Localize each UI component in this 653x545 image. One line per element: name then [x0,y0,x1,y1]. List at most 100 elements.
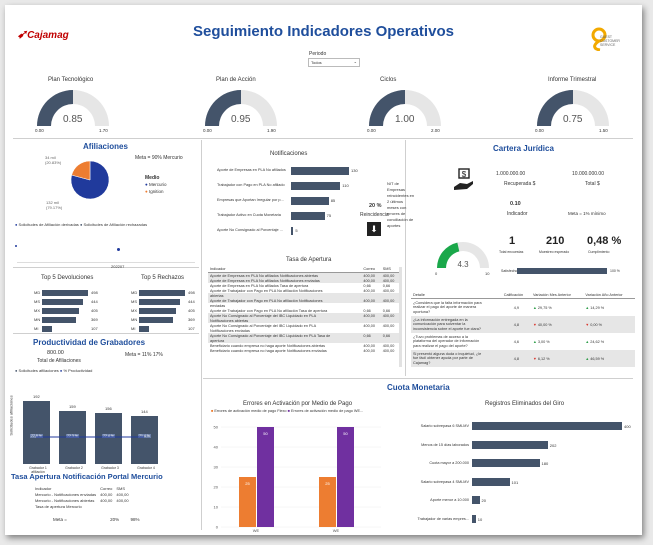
afiliaciones-pie [70,160,110,200]
registro-label: Cuota mayor a 200.000 [429,461,469,465]
stat-cumplimiento-label: Cumplimiento [588,250,610,254]
afiliaciones-meta: Meta = 90% Mercurio [135,155,183,161]
y-tick-label: 40 [214,445,219,450]
registro-value: 400 [624,424,631,429]
cartera-meta: Meta = 1% mínimo [568,211,606,216]
registro-bar [472,514,476,523]
gauge-fill [437,242,460,268]
bar [139,326,149,332]
satisfecho-value: 100 % [610,269,620,273]
pie-label-small: 34 mil (20.83%) [45,155,62,165]
registro-label: Aporte menor a 10.000 [430,498,469,502]
bar-label: MX [131,308,137,313]
table-row: Beneficiario cuando empresa no haga apor… [208,343,400,348]
up-arrow-icon: ▲ [532,339,537,344]
svg-text:$: $ [462,170,467,179]
gauge-max: 10 [485,271,490,276]
gauge-min: 0.00 [35,128,44,133]
satisfecho-bar [517,268,607,274]
table-scrollbar[interactable] [399,267,402,367]
gauge-max: 2.00 [431,128,440,133]
registro-label: Menos de 15 días laborados [421,442,469,447]
period-filter-dropdown[interactable]: Todos ⌄ [308,58,360,67]
reincidencia-label: Reincidencia [360,212,389,218]
bar-value: 498 [91,290,98,295]
gauge-value: 1.00 [395,114,415,125]
registro-label: Salario sobrepasa 6 SMLMV [420,424,469,428]
recuperada-value: 1.000.000.00 [496,171,526,177]
table-cell: 4,8 [501,316,531,333]
bar-value: 444 [188,299,195,304]
up-arrow-icon: ▲ [585,305,590,310]
series-legend: ● Solicitudes de Afiliación derivadas ● … [15,222,148,227]
table-row: Aporte No Consignado al Porcentaje del I… [208,313,400,318]
bar [42,299,83,305]
table-row: Beneficiario cuando empresa no haga apor… [208,348,400,353]
notif-value: 5 [295,228,298,233]
errores-chart: 0 10 20 30 40 50 25 50 WE 25 50 WE [214,425,381,533]
table-cell: Mercurio - Notificaciones enviadas [35,491,97,497]
tasa-mercurio-title: Tasa Apertura Notificación Portal Mercur… [11,472,163,481]
bar-label: MN [34,317,41,322]
gauge-value: 0.75 [563,114,583,125]
notif-label: Trabajador Activo en Cuota Monetaria [217,213,281,217]
brand2-text: GUEST CUSTOMER SERVICE [600,35,620,47]
notif-bar [291,167,349,175]
bar-value: 405 [91,308,98,313]
table-cell: ¿Considera que la falta información para… [413,301,482,314]
stat-muestreo-value: 210 [546,235,565,247]
bar [139,317,174,323]
afiliaciones-point [117,248,120,251]
gauge-max: 1.90 [267,128,276,133]
tasa-mercurio-table: Indicador Correo SMS Mercurio - Notificacio… [33,485,131,509]
bar [42,308,80,314]
total-label: Total $ [585,181,600,187]
registro-label: Salario sobrepasa 4 SMLMV [420,479,469,484]
registro-value: 180 [541,461,549,466]
total-value: 10.000.000.00 [572,171,604,177]
gauge-title: Plan de Acción [216,77,256,83]
notif-bar [291,212,325,220]
notif-value: 110 [342,183,349,188]
bar [42,326,52,332]
tasa-apertura-title: Tasa de Apertura [286,257,332,263]
bar-data-label: 50 [343,431,348,436]
table-row: Aporte No Consignado al Porcentaje del I… [208,323,400,328]
table-cell: ¿Tuvo problemas de acceso a la plataforma… [413,335,480,348]
afiliaciones-title: Afiliaciones [83,142,128,151]
medio-legend-item: ● Mercurio [145,182,167,187]
gauge-value: 0.95 [231,114,251,125]
y-tick-label: 20 [214,485,219,490]
gauge-value: 0.85 [63,114,83,125]
bar-data-label: 50 [263,431,268,436]
x-tick-label: WE [333,528,340,533]
table-cell: Mercurio - Notificaciones abiertas [35,497,95,503]
gauge-title: Informe Trimestral [548,77,597,83]
table-cell: 400,00 [116,491,129,497]
nit-text: NIT de Empresas reincidentes en 2 últimos me… [387,181,414,229]
top5-rec-title: Top 5 Rechazos [141,275,185,281]
chevron-down-icon: ⌄ [353,59,357,64]
gauge-min: 0.00 [535,128,544,133]
table-cell: ▲ 46,59 % [583,350,635,367]
registro-value: 202 [549,442,557,448]
table-row: ¿Considera que la falta información para… [411,299,635,317]
bar-value: 498 [188,290,195,295]
registro-bar [472,459,540,467]
bar-label: MN [131,317,138,322]
bar-value: 444 [91,299,98,304]
bar-label: MS [131,299,137,304]
table-cell: ¿La información entregada en la comunicac… [411,316,502,333]
reincidencia-value: 20 % [369,203,382,209]
registro-bar [472,477,510,486]
bar [42,317,77,323]
table-row: Tasa de apertura Mercurio [33,503,131,509]
recuperada-label: Recuperada $ [504,181,536,187]
table-cell: ▲ 14,29 % [585,305,605,310]
errores-legend: ■ Errores de activación medio de pago Fl… [211,409,364,413]
stat-total-value: 1 [509,235,516,247]
x-tick-label: WE [253,528,260,533]
table-cell [114,503,130,509]
table-cell: ▲ 3,00 % [532,339,550,344]
registro-value: 20 [481,498,486,503]
